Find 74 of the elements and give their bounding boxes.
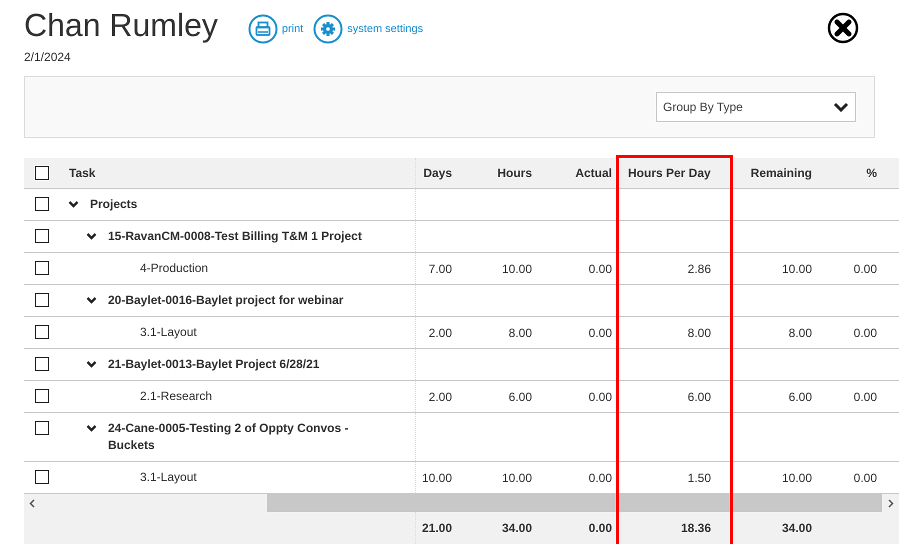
table-cell-text: 8.00 [788,324,813,342]
group-label: 20-Baylet-0016-Baylet project for webinar [108,292,344,309]
column-header: Actual [574,165,613,182]
chevron-down-icon [86,296,97,304]
checkbox[interactable] [35,389,49,403]
column-header: Days [415,158,460,188]
table-cell-text: 0.00 [588,470,613,486]
checkbox[interactable] [35,293,49,307]
checkbox[interactable] [35,197,49,211]
page-title: Chan Rumley [24,6,218,44]
table-cell-text: 10.00 [500,260,533,278]
group-label: 24-Cane-0005-Testing 2 of Oppty Convos - Buckets [108,420,350,454]
horizontal-scrollbar[interactable] [24,494,899,512]
table-cell-text: 6.00 [686,388,712,406]
chevron-down-icon [833,101,849,113]
group-label: 15-RavanCM-0008-Test Billing T&M 1 Project [108,228,363,245]
task-label: 4-Production [140,260,208,277]
arrow-right-icon [888,498,894,508]
column-header: Remaining [750,165,813,182]
arrow-left-icon [29,498,35,508]
date-text: 2/1/2024 [24,49,72,66]
checkbox[interactable] [35,470,49,484]
table-cell-text: 1.50 [686,470,712,486]
chevron-down-icon [68,200,79,208]
checkbox[interactable] [35,357,49,371]
table-cell: 7.00 [415,253,460,284]
checkbox[interactable] [35,166,49,180]
total-cell-text: 34.00 [500,520,533,537]
checkbox[interactable] [35,229,49,243]
group-label: Projects [90,196,138,213]
table-cell-text: 2.86 [686,260,712,278]
total-cell-text: 34.00 [780,520,813,537]
total-cell: 21.00 [415,512,460,544]
table-cell-text: 0.00 [852,260,878,278]
chevron-down-icon [86,360,97,368]
table-cell-text: 8.00 [508,324,533,342]
table-cell: 2.00 [415,381,460,412]
column-header: % [865,165,878,182]
scrollbar-thumb[interactable] [267,494,882,512]
column-header: Task [68,165,96,182]
printer-icon [248,14,278,44]
table-cell-text: 0.00 [852,324,878,342]
table-cell-text: 0.00 [588,260,613,278]
task-label: 2.1-Research [140,388,212,405]
table-cell-text: 0.00 [588,324,613,342]
column-header: Hours Per Day [627,165,712,182]
task-label: 3.1-Layout [140,469,197,486]
total-cell-text: 18.36 [680,520,712,537]
table-cell-text: 0.00 [852,388,878,406]
table-cell-text: 10.00 [780,470,813,486]
table-cell-text: 10.00 [500,470,533,486]
group-label: 21-Baylet-0013-Baylet Project 6/28/21 [108,356,320,373]
group-by-dropdown[interactable]: Group By Type [656,92,856,122]
chevron-down-icon [86,232,97,240]
close-button[interactable] [827,12,859,44]
table-cell-text: 10.00 [780,260,813,278]
chevron-down-icon [86,424,97,432]
table-cell-text: 8.00 [686,324,712,342]
total-cell-text: 0.00 [588,520,613,537]
table-cell: 10.00 [415,462,460,493]
print-link[interactable]: print [248,14,304,44]
table-cell-text: 6.00 [788,388,813,406]
task-label: 3.1-Layout [140,324,197,341]
settings-link[interactable]: system settings [313,14,424,44]
table-cell-text: 0.00 [588,388,613,406]
settings-icon [313,14,344,44]
table-cell-text: 0.00 [852,470,878,486]
checkbox[interactable] [35,421,49,435]
close-icon [827,12,859,44]
table-cell-text: 6.00 [508,388,533,406]
checkbox[interactable] [35,325,49,339]
checkbox[interactable] [35,261,49,275]
column-header: Hours [496,165,533,182]
table-cell: 2.00 [415,317,460,348]
